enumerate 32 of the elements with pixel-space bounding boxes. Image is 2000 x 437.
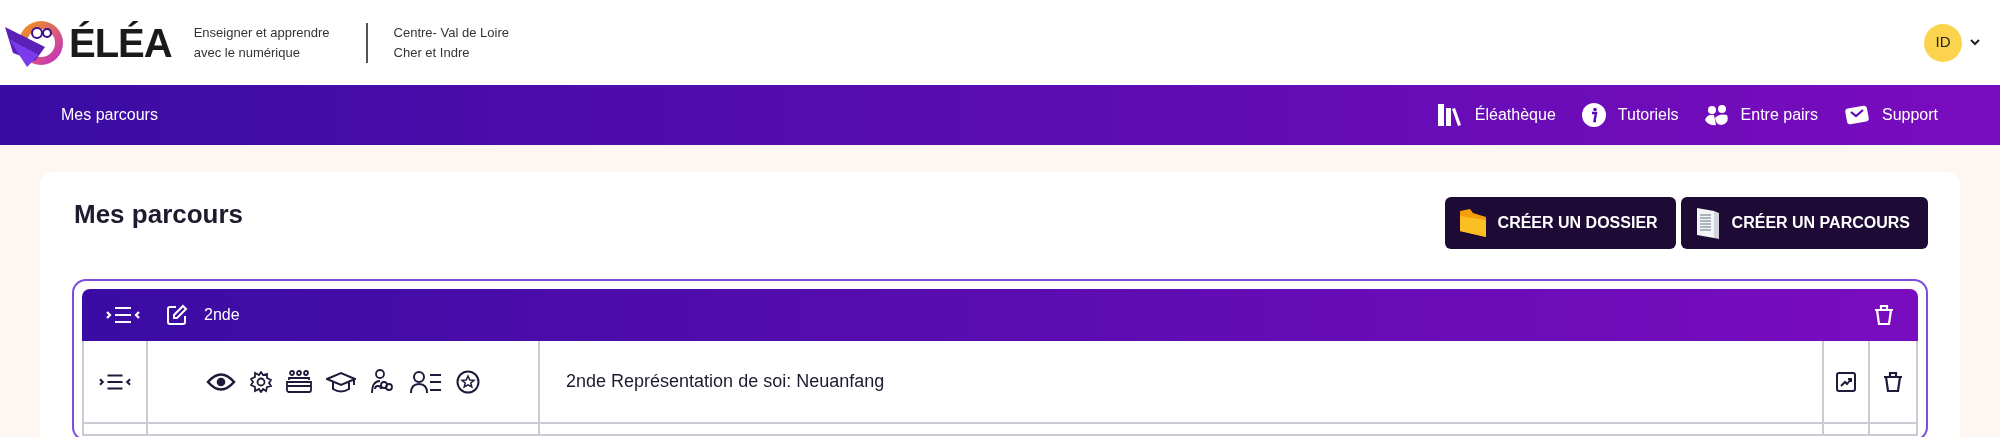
group-icon[interactable]	[286, 369, 312, 394]
expand-collapse-icon[interactable]	[99, 371, 131, 392]
star-badge-icon[interactable]	[456, 369, 480, 394]
folder-icon	[1457, 207, 1488, 239]
person-list-icon[interactable]	[410, 369, 442, 394]
chevron-down-icon[interactable]	[1970, 39, 1980, 46]
person-link-icon[interactable]	[370, 368, 396, 395]
chart-icon[interactable]	[1836, 371, 1856, 392]
nav-link[interactable]: Entre pairs	[1740, 103, 1818, 127]
people-icon[interactable]	[1704, 104, 1729, 126]
expand-collapse-icon[interactable]	[106, 305, 140, 325]
nav-link[interactable]: Éléathèque	[1474, 103, 1556, 127]
page-title: Mes parcours	[74, 198, 244, 231]
edit-icon[interactable]	[166, 304, 188, 326]
eye-icon[interactable]	[206, 370, 236, 393]
create-button[interactable]: CRÉER UN DOSSIER	[1444, 197, 1676, 249]
nav-link[interactable]: Support	[1881, 103, 1938, 127]
envelope-icon[interactable]	[1843, 104, 1870, 126]
region-text: Centre- Val de Loire Cher et Indre	[393, 23, 509, 62]
course-title[interactable]: 2nde Représentation de soi: Neuanfang	[566, 368, 885, 395]
info-icon[interactable]	[1581, 103, 1606, 127]
books-icon[interactable]	[1436, 103, 1463, 127]
logo-text: ÉLÉA	[69, 19, 172, 67]
create-button[interactable]: CRÉER UN PARCOURS	[1680, 197, 1928, 249]
graduation-cap-icon[interactable]	[326, 370, 356, 393]
user-avatar[interactable]: ID	[1924, 23, 1962, 62]
folder-name: 2nde	[204, 305, 240, 325]
tagline: Enseigner et apprendre avec le numérique	[193, 23, 330, 62]
nav-link[interactable]: Tutoriels	[1617, 103, 1679, 127]
gear-icon[interactable]	[250, 370, 272, 393]
nav-link[interactable]: Mes parcours	[61, 103, 158, 127]
trash-icon[interactable]	[1883, 370, 1903, 393]
